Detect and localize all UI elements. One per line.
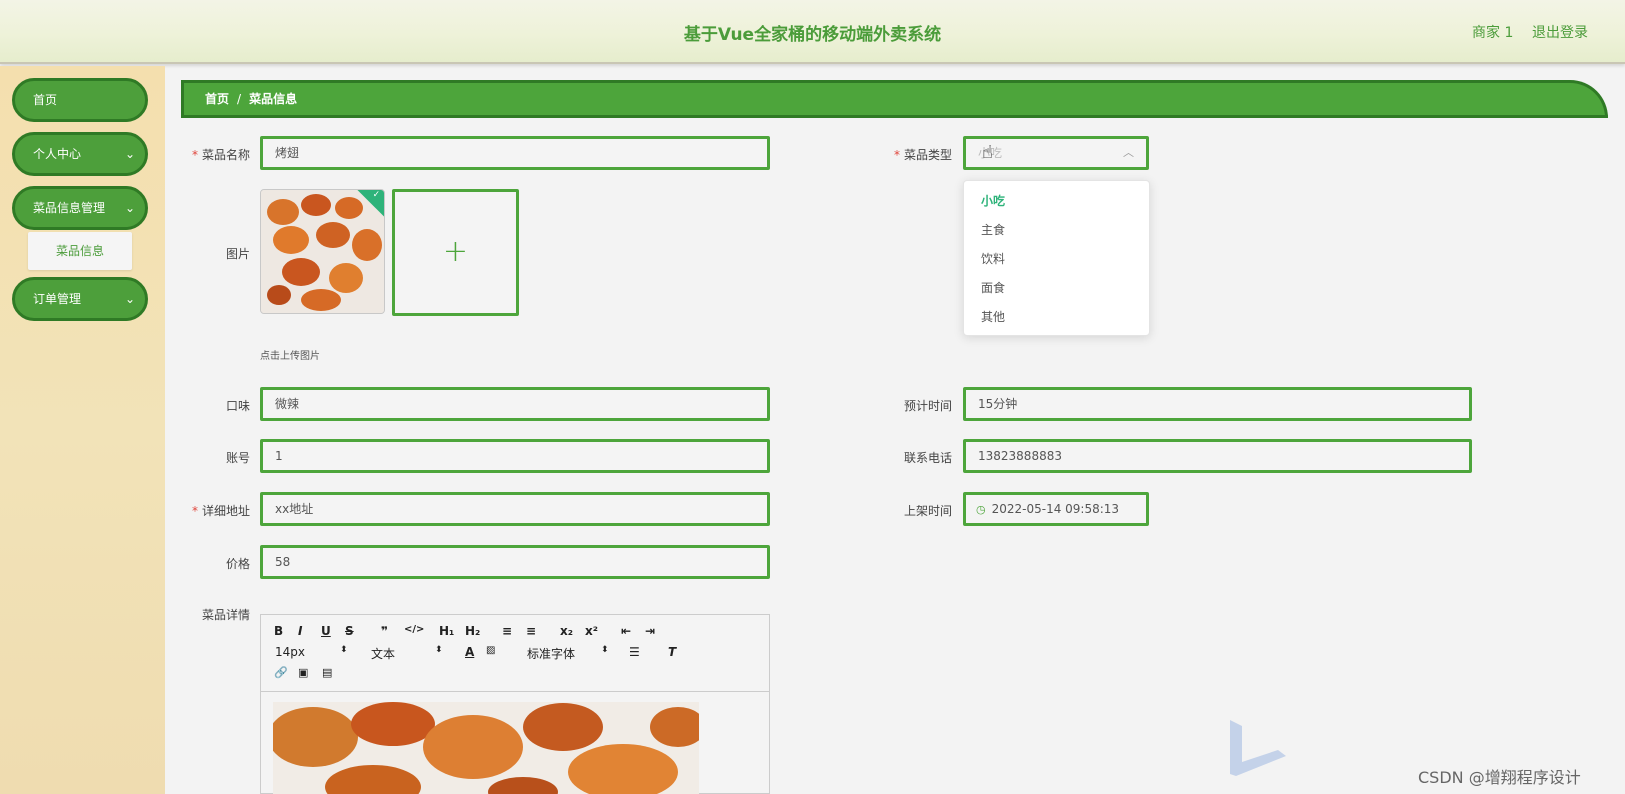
subscript-icon[interactable]: x₂ (560, 624, 573, 638)
link-icon[interactable]: 🔗 (274, 666, 288, 679)
chevron-updown-icon: ⬍ (340, 645, 348, 655)
time-label: 预计时间 (903, 399, 952, 413)
price-label: 价格 (225, 557, 250, 571)
breadcrumb-separator: / (237, 92, 242, 106)
bold-icon[interactable]: B (274, 624, 283, 638)
breadcrumb-current: 菜品信息 (249, 92, 298, 106)
outdent-icon[interactable]: ⇤ (621, 624, 631, 638)
sidebar: 首页 个人中心 ⌄ 菜品信息管理 ⌄ 菜品信息 订单管理 ⌄ (0, 66, 165, 794)
format-select[interactable]: 文本 (371, 645, 395, 662)
breadcrumb: 首页 / 菜品信息 (181, 80, 1608, 118)
underline-icon[interactable]: U (321, 624, 331, 638)
dish-name-input[interactable]: 烤翅 (260, 136, 770, 170)
hand-cursor-icon: ☝ (982, 142, 993, 163)
chevron-down-icon: ⌄ (124, 292, 135, 306)
clear-format-icon[interactable]: T (668, 645, 676, 659)
video-icon[interactable]: ▤ (322, 666, 332, 679)
upload-add-button[interactable]: + (392, 189, 519, 316)
rich-text-editor[interactable]: B I U S ❞ </> H₁ H₂ ≡ ≡ x₂ x² ⇤ ⇥ 14px ⬍… (260, 614, 770, 794)
breadcrumb-home[interactable]: 首页 (205, 92, 229, 106)
estimated-time-input[interactable]: 15分钟 (963, 387, 1472, 421)
watermark: CSDN @增翔程序设计 (1418, 768, 1581, 787)
taste-label: 口味 (225, 399, 250, 413)
app-title: 基于Vue全家桶的移动端外卖系统 (683, 25, 942, 45)
check-icon: ✓ (372, 189, 381, 200)
sidebar-item-personal-center[interactable]: 个人中心 ⌄ (12, 132, 148, 176)
shelf-time-picker[interactable]: ◷ 2022-05-14 09:58:13 (963, 492, 1149, 526)
dropdown-option[interactable]: 小吃 (964, 187, 1149, 216)
image-icon[interactable]: ▣ (298, 666, 308, 679)
taste-input[interactable]: 微辣 (260, 387, 770, 421)
italic-icon[interactable]: I (298, 624, 302, 638)
name-label: * 菜品名称 (191, 148, 250, 162)
sidebar-item-label: 菜品信息管理 (33, 201, 106, 215)
code-icon[interactable]: </> (404, 624, 424, 635)
sidebar-item-dish-management[interactable]: 菜品信息管理 ⌄ (12, 186, 148, 230)
upload-tip: 点击上传图片 (260, 351, 320, 362)
food-photo (261, 190, 384, 313)
dropdown-option[interactable]: 饮料 (964, 245, 1149, 274)
editor-content[interactable] (273, 702, 699, 794)
chevron-down-icon: ⌄ (124, 147, 135, 161)
sidebar-item-order-management[interactable]: 订单管理 ⌄ (12, 277, 148, 321)
user-name[interactable]: 商家 1 (1472, 22, 1513, 42)
account-input[interactable]: 1 (260, 439, 770, 473)
sidebar-item-home[interactable]: 首页 (12, 78, 148, 122)
phone-input[interactable]: 13823888883 (963, 439, 1472, 473)
heading1-icon[interactable]: H₁ (439, 624, 454, 638)
dish-type-dropdown: 小吃 主食 饮料 面食 其他 (963, 180, 1150, 336)
sidebar-item-label: 订单管理 (33, 292, 82, 306)
type-label: * 菜品类型 (893, 148, 952, 162)
image-label: 图片 (225, 247, 250, 261)
address-input[interactable]: xx地址 (260, 492, 770, 526)
sidebar-subitem-dish-info[interactable]: 菜品信息 (28, 232, 132, 270)
food-photo (273, 702, 699, 794)
account-label: 账号 (225, 451, 250, 465)
blockquote-icon[interactable]: ❞ (381, 624, 388, 638)
detail-label: 菜品详情 (201, 608, 250, 622)
dropdown-option[interactable]: 其他 (964, 303, 1149, 332)
indent-icon[interactable]: ⇥ (645, 624, 655, 638)
sidebar-item-label: 个人中心 (33, 147, 82, 161)
watermark-logo-icon (1230, 720, 1286, 776)
font-size-select[interactable]: 14px (275, 645, 305, 659)
chevron-up-icon: ⌄ (124, 201, 135, 215)
price-input[interactable]: 58 (260, 545, 770, 579)
align-icon[interactable]: ☰ (629, 645, 640, 659)
app-header: 基于Vue全家桶的移动端外卖系统 商家 1 退出登录 (0, 0, 1625, 64)
ordered-list-icon[interactable]: ≡ (502, 624, 512, 638)
dropdown-option[interactable]: 主食 (964, 216, 1149, 245)
shelf-time-label: 上架时间 (903, 504, 952, 518)
font-color-icon[interactable]: A (465, 645, 474, 659)
plus-icon: + (442, 234, 469, 269)
font-family-select[interactable]: 标准字体 (527, 645, 575, 662)
chevron-up-icon: ︿ (1123, 146, 1134, 159)
editor-toolbar: B I U S ❞ </> H₁ H₂ ≡ ≡ x₂ x² ⇤ ⇥ 14px ⬍… (261, 615, 769, 692)
strikethrough-icon[interactable]: S (345, 624, 354, 638)
heading2-icon[interactable]: H₂ (465, 624, 480, 638)
superscript-icon[interactable]: x² (585, 624, 598, 638)
shelf-time-value: 2022-05-14 09:58:13 (991, 502, 1120, 516)
logout-link[interactable]: 退出登录 (1532, 22, 1588, 42)
chevron-updown-icon: ⬍ (435, 645, 443, 655)
phone-label: 联系电话 (903, 451, 952, 465)
uploaded-image[interactable]: ✓ (260, 189, 385, 314)
dropdown-option[interactable]: 面食 (964, 274, 1149, 303)
clock-icon: ◷ (976, 503, 986, 516)
background-color-icon[interactable]: ▨ (486, 645, 495, 656)
address-label: * 详细地址 (191, 504, 250, 518)
chevron-updown-icon: ⬍ (601, 645, 609, 655)
sidebar-item-label: 首页 (33, 93, 58, 107)
bullet-list-icon[interactable]: ≡ (526, 624, 536, 638)
